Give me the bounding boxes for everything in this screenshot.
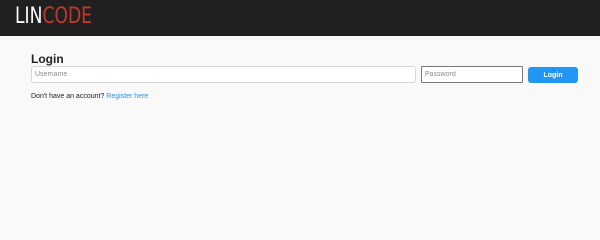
site-logo[interactable]: LINCODE [15, 3, 92, 31]
register-prompt-text: Don't have an account? [31, 93, 105, 100]
password-input[interactable] [421, 66, 523, 83]
top-navbar: LINCODE [0, 0, 600, 36]
login-title: Login [31, 52, 64, 66]
logo-text-primary: LIN [15, 4, 43, 29]
register-prompt-line: Don't have an account? Register here [31, 92, 148, 101]
logo-text-accent: CODE [42, 4, 93, 29]
username-input[interactable] [31, 66, 416, 83]
login-button[interactable]: Login [528, 67, 578, 83]
register-link[interactable]: Register here [106, 93, 148, 100]
